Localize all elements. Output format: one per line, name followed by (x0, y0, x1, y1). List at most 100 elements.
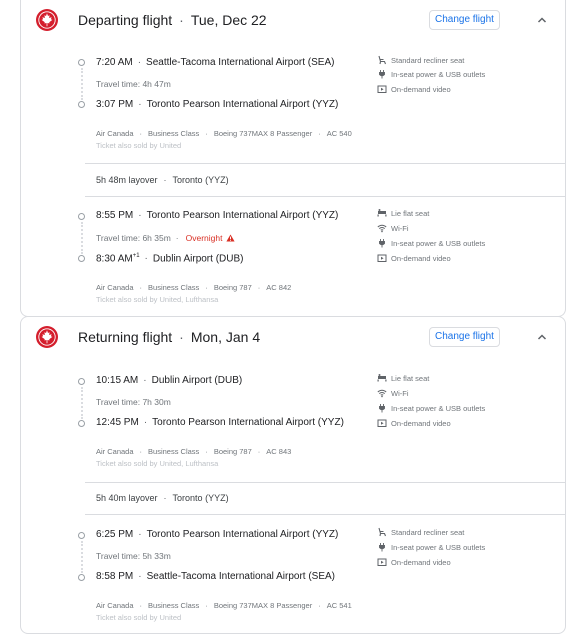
arrival-time: 12:45 PM (96, 417, 139, 428)
arrival-time: 8:30 AM (96, 253, 133, 265)
travel-time: Travel time: 4h 47m (96, 79, 171, 89)
aircraft: Boeing 737MAX 8 Passenger (213, 129, 313, 138)
airline-logo-icon (36, 326, 58, 348)
flight-segment: 7:20 AM · Seattle-Tacoma International Air… (21, 40, 565, 160)
video-icon (377, 419, 387, 427)
flight-number: AC 842 (266, 283, 292, 292)
arrival-dot (78, 255, 85, 262)
travel-time: Travel time: 5h 33m (96, 551, 171, 561)
travel-time-row: Travel time: 6h 35m · Overnight (96, 233, 235, 243)
video-icon (377, 85, 387, 93)
departing-flight-card: Departing flight · Tue, Dec 22 Change flig… (20, 0, 566, 317)
sold-by: Ticket also sold by United (96, 613, 182, 622)
wifi-icon (377, 389, 387, 398)
amenity-label: On-demand video (391, 558, 451, 567)
departure-airport: Toronto Pearson International Airport (Y… (146, 210, 339, 221)
returning-flight-card: Returning flight · Mon, Jan 4 Change fligh… (20, 316, 566, 634)
amenity-label: Lie flat seat (391, 374, 430, 383)
amenity-label: Standard recliner seat (391, 56, 465, 65)
route-line (81, 222, 83, 254)
aircraft: Boeing 787 (213, 447, 252, 456)
power-plug-icon (379, 70, 385, 79)
flight-segment: 8:55 PM · Toronto Pearson International Ai… (21, 196, 565, 316)
cabin-class: Business Class (148, 129, 200, 138)
amenity-label: Wi-Fi (391, 389, 409, 398)
layover-duration: 5h 48m layover (96, 175, 158, 185)
amenity-label: Wi-Fi (391, 224, 409, 233)
cabin-class: Business Class (148, 601, 200, 610)
departing-header[interactable]: Departing flight · Tue, Dec 22 Change flig… (21, 0, 565, 40)
warning-icon (225, 234, 235, 242)
route-line (81, 541, 83, 573)
cabin-class: Business Class (148, 447, 200, 456)
departure-dot (78, 213, 85, 220)
layover-info: 5h 40m layover · Toronto (YYZ) (96, 493, 229, 503)
amenity-label: On-demand video (391, 85, 451, 94)
travel-time: Travel time: 6h 35m (96, 233, 171, 243)
departure-row: 6:25 PM · Toronto Pearson International Ai… (96, 529, 339, 540)
departure-time: 7:20 AM (96, 57, 133, 68)
departure-row: 8:55 PM · Toronto Pearson International Ai… (96, 210, 339, 221)
date-text: Mon, Jan 4 (190, 329, 261, 345)
flight-segment: 6:25 PM · Toronto Pearson International Ai… (21, 514, 565, 634)
change-flight-button[interactable]: Change flight (429, 327, 500, 347)
flight-number: AC 843 (266, 447, 292, 456)
power-plug-icon (379, 543, 385, 552)
airline-name: Air Canada (96, 283, 134, 292)
divider (85, 163, 565, 164)
layover-city: Toronto (YYZ) (172, 493, 229, 503)
airline-name: Air Canada (96, 129, 134, 138)
departure-airport: Seattle-Tacoma International Airport (SE… (146, 57, 335, 68)
date-text: Tue, Dec 22 (190, 12, 267, 28)
returning-header[interactable]: Returning flight · Mon, Jan 4 Change fligh… (21, 317, 565, 357)
day-offset: +1 (132, 253, 140, 259)
airline-name: Air Canada (96, 601, 134, 610)
sold-by: Ticket also sold by United, Lufthansa (96, 459, 219, 468)
returning-title: Returning flight · Mon, Jan 4 (78, 329, 260, 345)
separator: · (179, 329, 184, 345)
departure-dot (78, 59, 85, 66)
recliner-seat-icon (378, 55, 387, 65)
arrival-row: 3:07 PM · Toronto Pearson International Ai… (96, 99, 339, 110)
flight-details: Air Canada · Business Class · Boeing 787 · AC … (96, 447, 292, 456)
arrival-row: 8:30 AM+1 · Dublin Airport (DUB) (96, 253, 244, 265)
amenity-label: In-seat power & USB outlets (391, 404, 486, 413)
chevron-up-icon[interactable] (534, 329, 550, 345)
arrival-time: 3:07 PM (96, 99, 134, 110)
departure-airport: Dublin Airport (DUB) (151, 375, 243, 386)
departing-title: Departing flight · Tue, Dec 22 (78, 12, 267, 28)
recliner-seat-icon (378, 527, 387, 537)
flight-details: Air Canada · Business Class · Boeing 787 · AC … (96, 283, 292, 292)
divider (85, 482, 565, 483)
sold-by: Ticket also sold by United, Lufthansa (96, 295, 219, 304)
travel-time: Travel time: 7h 30m (96, 397, 171, 407)
arrival-dot (78, 574, 85, 581)
chevron-up-icon[interactable] (534, 12, 550, 28)
flight-details: Air Canada · Business Class · Boeing 737MAX … (96, 601, 352, 610)
overnight-label: Overnight (185, 233, 223, 243)
arrival-airport: Toronto Pearson International Airport (Y… (146, 99, 339, 110)
airline-name: Air Canada (96, 447, 134, 456)
departure-airport: Toronto Pearson International Airport (Y… (146, 529, 339, 540)
amenity-label: In-seat power & USB outlets (391, 70, 486, 79)
flight-segment: 10:15 AM · Dublin Airport (DUB) Travel tim… (21, 357, 565, 477)
route-line (81, 387, 83, 419)
arrival-row: 8:58 PM · Seattle-Tacoma International Air… (96, 571, 336, 582)
amenity-label: Standard recliner seat (391, 528, 465, 537)
change-flight-button[interactable]: Change flight (429, 10, 500, 30)
flight-details: Air Canada · Business Class · Boeing 737MAX … (96, 129, 352, 138)
arrival-time: 8:58 PM (96, 571, 134, 582)
lie-flat-seat-icon (377, 374, 387, 382)
amenity-label: In-seat power & USB outlets (391, 543, 486, 552)
departure-dot (78, 378, 85, 385)
title-text: Departing flight (78, 12, 173, 28)
layover-city: Toronto (YYZ) (172, 175, 229, 185)
amenity-label: Lie flat seat (391, 209, 430, 218)
flight-number: AC 540 (326, 129, 352, 138)
arrival-airport: Dublin Airport (DUB) (152, 253, 244, 265)
departure-time: 6:25 PM (96, 529, 134, 540)
sold-by: Ticket also sold by United (96, 141, 182, 150)
cabin-class: Business Class (148, 283, 200, 292)
route-line (81, 68, 83, 100)
layover-duration: 5h 40m layover (96, 493, 158, 503)
